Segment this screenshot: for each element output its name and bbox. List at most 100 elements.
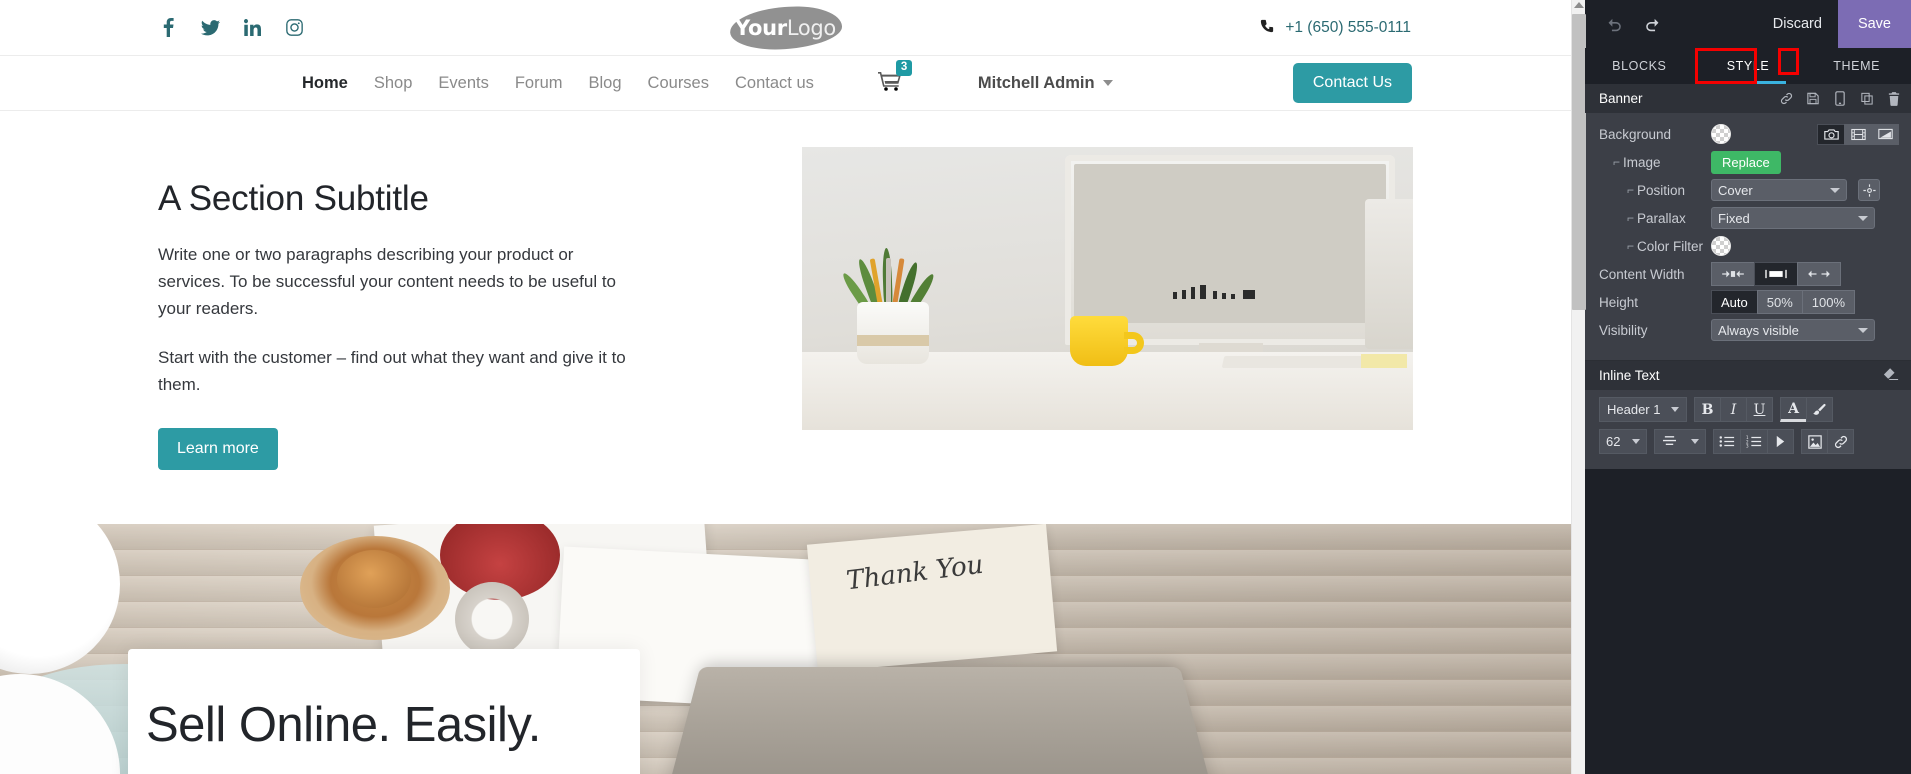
tab-theme[interactable]: THEME [1802,48,1911,84]
user-menu[interactable]: Mitchell Admin [978,74,1113,93]
option-label-content-width: Content Width [1599,266,1685,282]
twitter-icon[interactable] [200,17,220,39]
discard-button[interactable]: Discard [1757,0,1838,48]
logo-text-light: Logo [786,16,836,40]
contact-us-button[interactable]: Contact Us [1292,63,1412,103]
focus-point-icon[interactable] [1858,179,1880,201]
width-narrow-icon[interactable] [1711,262,1755,286]
height-50-button[interactable]: 50% [1756,290,1803,314]
inline-text-toolbar: Header 1 B I U A 62 1 2 3 [1585,390,1911,469]
facebook-icon[interactable] [158,17,178,39]
option-label-background: Background [1599,126,1672,142]
cart-button[interactable]: 3 [877,59,913,96]
editor-side-panel: Discard Save BLOCKS STYLE THEME Banner B… [1585,0,1911,774]
insert-link-icon[interactable] [1827,429,1854,454]
nav-link-blog[interactable]: Blog [589,74,622,93]
site-logo[interactable]: Your Logo [728,3,843,53]
nav-link-forum[interactable]: Forum [515,74,563,93]
align-icon[interactable] [1654,429,1706,454]
inline-text-header: Inline Text [1585,361,1911,390]
redo-icon[interactable] [1637,9,1667,39]
text-format-group: B I U [1694,397,1773,422]
inline-text-title: Inline Text [1599,368,1660,383]
editor-window: Your Logo +1 (650) 555-0111 Home Shop Eve… [0,0,1911,774]
lower-banner-headline: Sell Online. Easily. [146,697,541,752]
chevron-down-icon [1102,80,1113,86]
sub-arrow-icon: ⌐ [1627,183,1635,197]
background-type-group [1817,123,1899,145]
text-toolbar-row-1: Header 1 B I U A [1599,397,1901,422]
color-filter-swatch[interactable] [1711,236,1731,256]
mobile-preview-icon[interactable] [1833,91,1847,107]
option-row-height: Height Auto 50% 100% [1585,288,1911,316]
content-width-segment [1711,262,1841,286]
save-button[interactable]: Save [1837,0,1911,48]
save-block-icon[interactable] [1806,91,1820,107]
preview-scrollbar[interactable] [1571,0,1586,774]
site-navbar: Home Shop Events Forum Blog Courses Cont… [0,55,1571,111]
scroll-up-arrow-icon[interactable] [1574,2,1584,8]
parallax-select[interactable]: Fixed [1711,207,1875,229]
nav-link-courses[interactable]: Courses [648,74,709,93]
insert-media-icon[interactable] [1801,429,1828,454]
chevron-down-icon [1671,407,1679,412]
underline-button[interactable]: U [1746,397,1773,422]
phone-number-text: +1 (650) 555-0111 [1285,18,1411,36]
height-segment: Auto 50% 100% [1711,290,1856,314]
sub-arrow-icon: ⌐ [1627,239,1635,253]
logo-text-bold: Your [735,16,787,40]
hero-paragraph-1: Write one or two paragraphs describing y… [158,245,617,319]
block-title: Banner [1599,91,1643,106]
background-video-icon[interactable] [1844,123,1872,145]
sub-arrow-icon: ⌐ [1627,211,1635,225]
visibility-select[interactable]: Always visible [1711,319,1875,341]
background-shape-icon[interactable] [1871,123,1899,145]
bold-button[interactable]: B [1694,397,1721,422]
linkedin-icon[interactable] [242,17,262,39]
tab-style[interactable]: STYLE [1694,48,1803,84]
position-select[interactable]: Cover [1711,179,1847,201]
paragraph-style-select[interactable]: Header 1 [1599,397,1687,422]
block-tools [1779,91,1901,107]
height-auto-button[interactable]: Auto [1711,290,1758,314]
chevron-down-icon [1632,439,1640,444]
paint-brush-icon[interactable] [1806,397,1833,422]
width-full-icon[interactable] [1797,262,1841,286]
instagram-icon[interactable] [284,17,304,39]
bullet-list-icon[interactable] [1713,429,1741,454]
replace-image-button[interactable]: Replace [1711,150,1781,174]
anchor-link-icon[interactable] [1779,91,1793,107]
height-100-button[interactable]: 100% [1801,290,1856,314]
block-header: Banner [1585,84,1911,113]
width-normal-icon[interactable] [1754,262,1798,286]
cart-count-badge: 3 [895,59,913,77]
background-image-icon[interactable] [1817,123,1845,145]
numbered-list-icon[interactable]: 123 [1740,429,1768,454]
nav-link-contact-us[interactable]: Contact us [735,74,814,93]
main-navigation: Home Shop Events Forum Blog Courses Cont… [302,59,1113,96]
option-label-height: Height [1599,294,1639,310]
option-label-image-text: Image [1623,154,1661,170]
nav-link-events[interactable]: Events [438,74,488,93]
font-size-select[interactable]: 62 [1599,429,1647,454]
indent-icon[interactable] [1767,429,1794,454]
nav-link-home[interactable]: Home [302,74,348,93]
italic-button[interactable]: I [1720,397,1747,422]
remove-format-icon[interactable] [1883,367,1899,384]
background-color-swatch[interactable] [1711,124,1731,144]
duplicate-icon[interactable] [1860,91,1874,107]
visibility-select-value: Always visible [1718,322,1799,338]
tab-blocks[interactable]: BLOCKS [1585,48,1694,84]
option-label-visibility: Visibility [1599,322,1648,338]
option-label-position: ⌐ Position [1599,183,1705,198]
chevron-down-icon [1830,187,1840,193]
user-menu-label: Mitchell Admin [977,73,1095,92]
undo-icon[interactable] [1599,9,1629,39]
learn-more-button[interactable]: Learn more [158,427,278,470]
scrollbar-thumb[interactable] [1572,14,1586,310]
phone-number[interactable]: +1 (650) 555-0111 [1260,19,1551,37]
font-size-group: 62 [1599,429,1647,454]
font-color-button[interactable]: A [1780,397,1807,422]
delete-icon[interactable] [1887,91,1901,107]
nav-link-shop[interactable]: Shop [374,74,413,93]
